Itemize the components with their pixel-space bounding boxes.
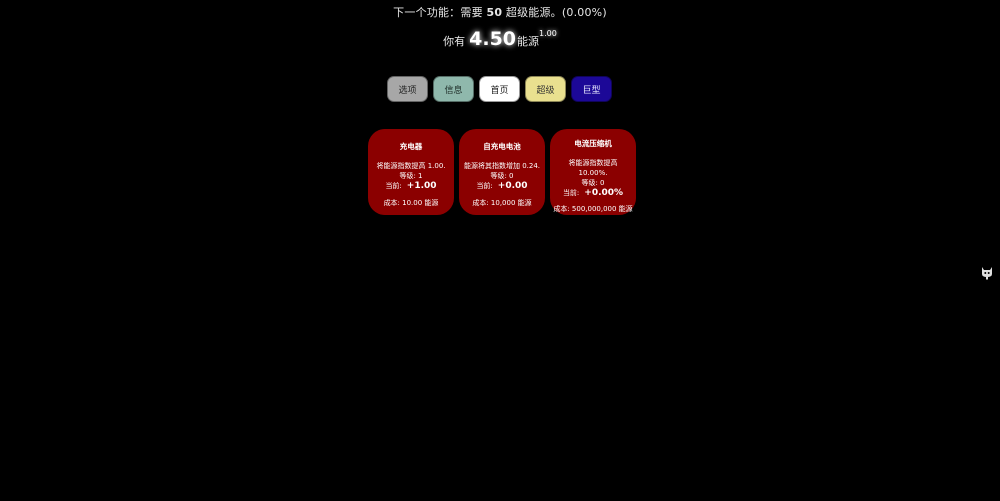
tab-options[interactable]: 选项 xyxy=(387,76,428,102)
tab-info[interactable]: 信息 xyxy=(433,76,474,102)
upgrade-compressor-button[interactable]: 电流压缩机 将能源指数提高 10.00%. 等级: 0 当前: +0.00% 成本… xyxy=(550,129,636,215)
upgrade-level: 等级: 0 xyxy=(490,172,514,180)
upgrade-level: 等级: 0 xyxy=(581,179,605,187)
next-feature-text: 下一个功能：需要 50 超级能源。(0.00%) xyxy=(0,4,1000,20)
upgrade-current-label: 当前: xyxy=(476,182,493,190)
tab-home[interactable]: 首页 xyxy=(479,76,520,102)
upgrade-title: 充电器 xyxy=(399,142,423,151)
upgrade-description: 将能源指数提高 1.00. xyxy=(376,162,446,170)
upgrade-current: 当前: +1.00 xyxy=(371,181,451,191)
energy-display: 你有 4.50能源1.00 xyxy=(0,28,1000,50)
upgrade-description: 能源将其指数增加 0.24. xyxy=(463,162,541,170)
cat-icon[interactable] xyxy=(979,264,995,280)
upgrade-cost: 成本: 500,000,000 能源 xyxy=(553,205,633,213)
upgrade-list: 充电器 将能源指数提高 1.00. 等级: 1 当前: +1.00 成本: 10.… xyxy=(368,129,636,215)
tab-giant[interactable]: 巨型 xyxy=(571,76,612,102)
upgrade-current-value: +1.00 xyxy=(406,181,437,191)
next-feature-num: 50 xyxy=(486,6,503,19)
upgrade-description: 将能源指数提高 10.00%. xyxy=(568,159,618,177)
upgrade-current-label: 当前: xyxy=(385,182,402,190)
game-page: 下一个功能：需要 50 超级能源。(0.00%) 你有 4.50能源1.00 选项… xyxy=(0,0,1000,501)
upgrade-current-label: 当前: xyxy=(562,189,580,197)
upgrade-cost: 成本: 10.00 能源 xyxy=(383,199,439,207)
upgrade-current: 当前: +0.00 xyxy=(462,181,542,191)
energy-unit: 能源 xyxy=(517,35,540,48)
upgrade-cost: 成本: 10,000 能源 xyxy=(472,199,532,207)
upgrade-current-value: +0.00 xyxy=(497,181,528,191)
energy-exponent: 1.00 xyxy=(539,29,557,38)
upgrade-current-value: +0.00% xyxy=(584,188,624,198)
upgrade-current: 当前: +0.00% xyxy=(553,188,633,198)
tab-bar: 选项 信息 首页 超级 巨型 xyxy=(387,76,612,102)
tab-super[interactable]: 超级 xyxy=(525,76,566,102)
upgrade-title: 自充电电池 xyxy=(483,142,521,151)
upgrade-battery-button[interactable]: 自充电电池 能源将其指数增加 0.24. 等级: 0 当前: +0.00 成本: … xyxy=(459,129,545,215)
energy-amount: 4.50 xyxy=(469,28,517,50)
upgrade-charger-button[interactable]: 充电器 将能源指数提高 1.00. 等级: 1 当前: +1.00 成本: 10.… xyxy=(368,129,454,215)
next-feature-suffix: 超级能源。(0.00%) xyxy=(502,6,607,19)
energy-prefix: 你有 xyxy=(443,35,466,48)
next-feature-prefix: 下一个功能：需要 xyxy=(393,6,487,19)
upgrade-level: 等级: 1 xyxy=(399,172,423,180)
upgrade-title: 电流压缩机 xyxy=(574,139,612,148)
